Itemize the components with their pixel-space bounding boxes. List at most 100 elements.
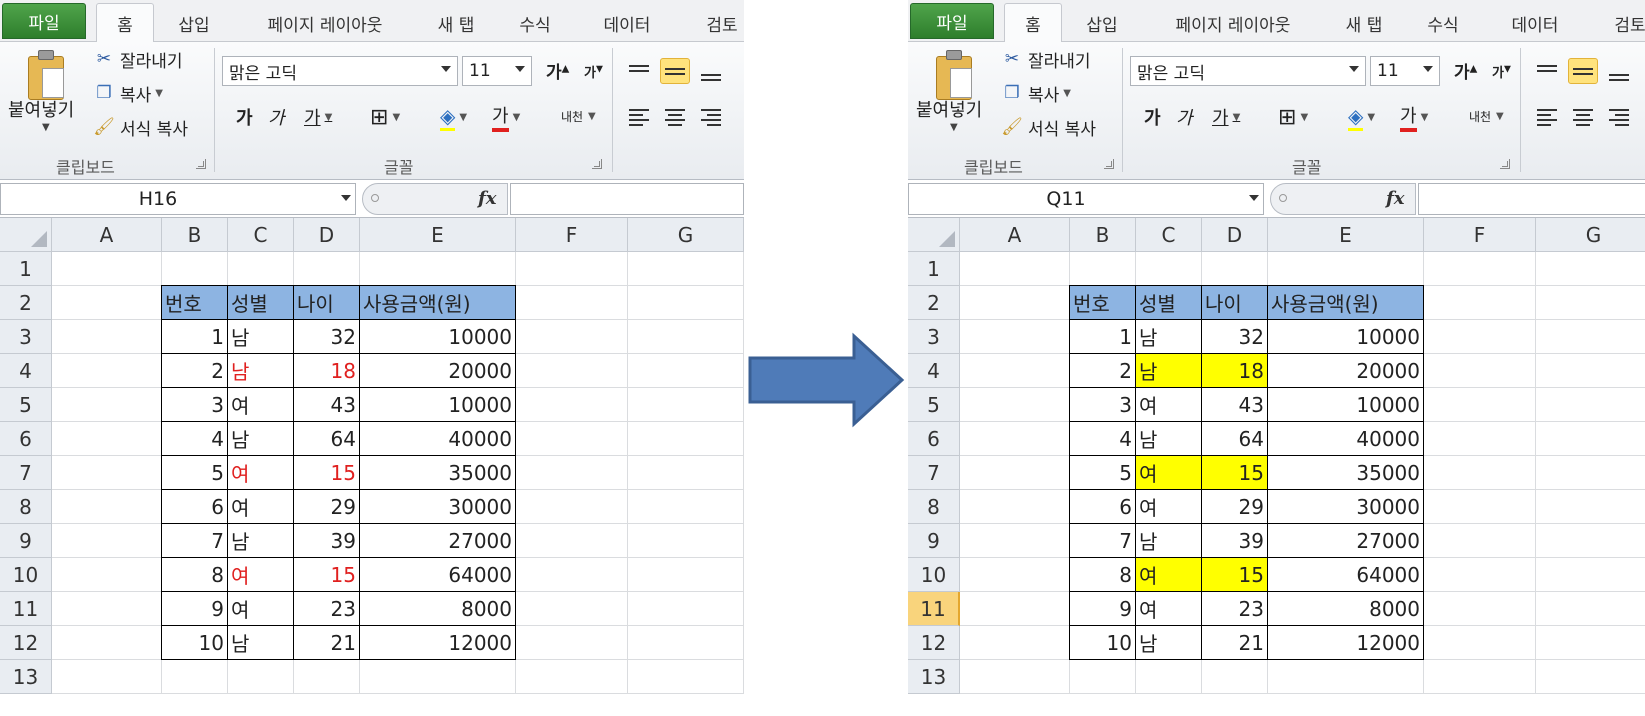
cell-g9[interactable]: [1536, 524, 1645, 558]
font-name-select[interactable]: 맑은 고딕: [222, 56, 458, 86]
tab-formulas[interactable]: 수식: [1418, 3, 1468, 43]
table-cell[interactable]: 10: [162, 626, 228, 660]
table-cell[interactable]: 18: [294, 354, 360, 388]
table-cell[interactable]: 8: [1070, 558, 1136, 592]
cell-g7[interactable]: [1536, 456, 1645, 490]
cell-a10[interactable]: [52, 558, 162, 592]
name-box[interactable]: Q11: [908, 183, 1264, 215]
table-cell[interactable]: 39: [294, 524, 360, 558]
font-name-dropdown-icon[interactable]: [441, 66, 451, 72]
paste-dropdown-arrow-icon[interactable]: ▼: [42, 122, 50, 133]
underline-button[interactable]: 가 ▼: [1212, 102, 1240, 132]
row-header-13[interactable]: 13: [0, 660, 52, 694]
column-header-b[interactable]: B: [162, 218, 228, 252]
tab-page-layout[interactable]: 페이지 레이아웃: [250, 3, 400, 43]
cell-f6[interactable]: [516, 422, 628, 456]
paste-icon[interactable]: [28, 50, 68, 102]
table-cell[interactable]: 여: [228, 456, 294, 490]
paste-dropdown-arrow-icon[interactable]: ▼: [950, 122, 958, 133]
cell-g8[interactable]: [1536, 490, 1645, 524]
row-header-10[interactable]: 10: [908, 558, 960, 592]
table-cell[interactable]: 4: [1070, 422, 1136, 456]
font-launcher-icon[interactable]: [592, 159, 602, 169]
align-center-button[interactable]: [660, 104, 690, 130]
table-cell[interactable]: 남: [228, 354, 294, 388]
table-cell[interactable]: 15: [1202, 456, 1268, 490]
cell-g2[interactable]: [1536, 286, 1645, 320]
cell-a11[interactable]: [52, 592, 162, 626]
table-cell[interactable]: 7: [162, 524, 228, 558]
cell-f9[interactable]: [1424, 524, 1536, 558]
font-size-dropdown-icon[interactable]: [515, 66, 525, 72]
italic-button[interactable]: 가: [1176, 102, 1193, 132]
cell-g9[interactable]: [628, 524, 744, 558]
cell-b1[interactable]: [162, 252, 228, 286]
clipboard-launcher-icon[interactable]: [196, 159, 206, 169]
cell-a4[interactable]: [960, 354, 1070, 388]
table-cell[interactable]: 30000: [360, 490, 516, 524]
grow-font-button[interactable]: 가▲: [546, 58, 569, 83]
worksheet-grid[interactable]: A B C D E F G 1 2 번호 성별 나이 사용금액(원) 3 1 남 32 10000 4 2 남 18 200…: [0, 218, 744, 716]
cell-f9[interactable]: [516, 524, 628, 558]
table-cell[interactable]: 23: [1202, 592, 1268, 626]
cell-a13[interactable]: [52, 660, 162, 694]
cell-f2[interactable]: [1424, 286, 1536, 320]
table-cell[interactable]: 8: [162, 558, 228, 592]
cell-a8[interactable]: [52, 490, 162, 524]
align-bottom-button[interactable]: [696, 64, 726, 90]
row-header-12[interactable]: 12: [0, 626, 52, 660]
tab-review[interactable]: 검토: [1600, 3, 1645, 43]
cell-e1[interactable]: [1268, 252, 1424, 286]
cell-a7[interactable]: [52, 456, 162, 490]
format-painter-button[interactable]: 🖌 서식 복사: [92, 114, 188, 140]
table-cell[interactable]: 남: [1136, 626, 1202, 660]
cell-g3[interactable]: [628, 320, 744, 354]
fill-color-dropdown-icon[interactable]: ▼: [1367, 112, 1375, 123]
font-color-button[interactable]: 가 ▼: [1400, 102, 1428, 132]
cell-a9[interactable]: [52, 524, 162, 558]
align-top-button[interactable]: [624, 58, 654, 84]
table-cell[interactable]: 여: [1136, 388, 1202, 422]
table-cell[interactable]: 10000: [1268, 388, 1424, 422]
table-header-cell[interactable]: 성별: [228, 286, 294, 320]
cell-d1[interactable]: [1202, 252, 1268, 286]
cell-d1[interactable]: [294, 252, 360, 286]
table-cell[interactable]: 10000: [1268, 320, 1424, 354]
table-cell[interactable]: 35000: [1268, 456, 1424, 490]
borders-dropdown-icon[interactable]: ▼: [392, 112, 400, 123]
name-box-dropdown-icon[interactable]: [341, 195, 351, 201]
row-header-11[interactable]: 11: [908, 592, 960, 626]
cell-a9[interactable]: [960, 524, 1070, 558]
cell-f1[interactable]: [516, 252, 628, 286]
cell-a6[interactable]: [52, 422, 162, 456]
tab-file[interactable]: 파일: [2, 3, 86, 39]
table-cell[interactable]: 2: [1070, 354, 1136, 388]
cell-f10[interactable]: [1424, 558, 1536, 592]
cell-g8[interactable]: [628, 490, 744, 524]
align-left-button[interactable]: [624, 104, 654, 130]
bold-button[interactable]: 가: [236, 102, 253, 132]
table-cell[interactable]: 29: [1202, 490, 1268, 524]
cell-f5[interactable]: [1424, 388, 1536, 422]
row-header-5[interactable]: 5: [908, 388, 960, 422]
font-name-select[interactable]: 맑은 고딕: [1130, 56, 1366, 86]
table-cell[interactable]: 남: [1136, 422, 1202, 456]
table-cell[interactable]: 여: [228, 592, 294, 626]
row-header-9[interactable]: 9: [0, 524, 52, 558]
table-cell[interactable]: 남: [228, 626, 294, 660]
shrink-font-button[interactable]: 가▼: [584, 62, 603, 81]
row-header-10[interactable]: 10: [0, 558, 52, 592]
row-header-9[interactable]: 9: [908, 524, 960, 558]
cell-g1[interactable]: [628, 252, 744, 286]
cell-f11[interactable]: [1424, 592, 1536, 626]
table-header-cell[interactable]: 성별: [1136, 286, 1202, 320]
table-cell[interactable]: 43: [294, 388, 360, 422]
table-cell[interactable]: 여: [1136, 558, 1202, 592]
table-cell[interactable]: 39: [1202, 524, 1268, 558]
cell-g3[interactable]: [1536, 320, 1645, 354]
copy-button[interactable]: ❐ 복사 ▼: [92, 80, 163, 106]
table-cell[interactable]: 여: [228, 490, 294, 524]
paste-button[interactable]: 붙여넣기: [8, 96, 74, 122]
cell-f1[interactable]: [1424, 252, 1536, 286]
table-cell[interactable]: 3: [162, 388, 228, 422]
